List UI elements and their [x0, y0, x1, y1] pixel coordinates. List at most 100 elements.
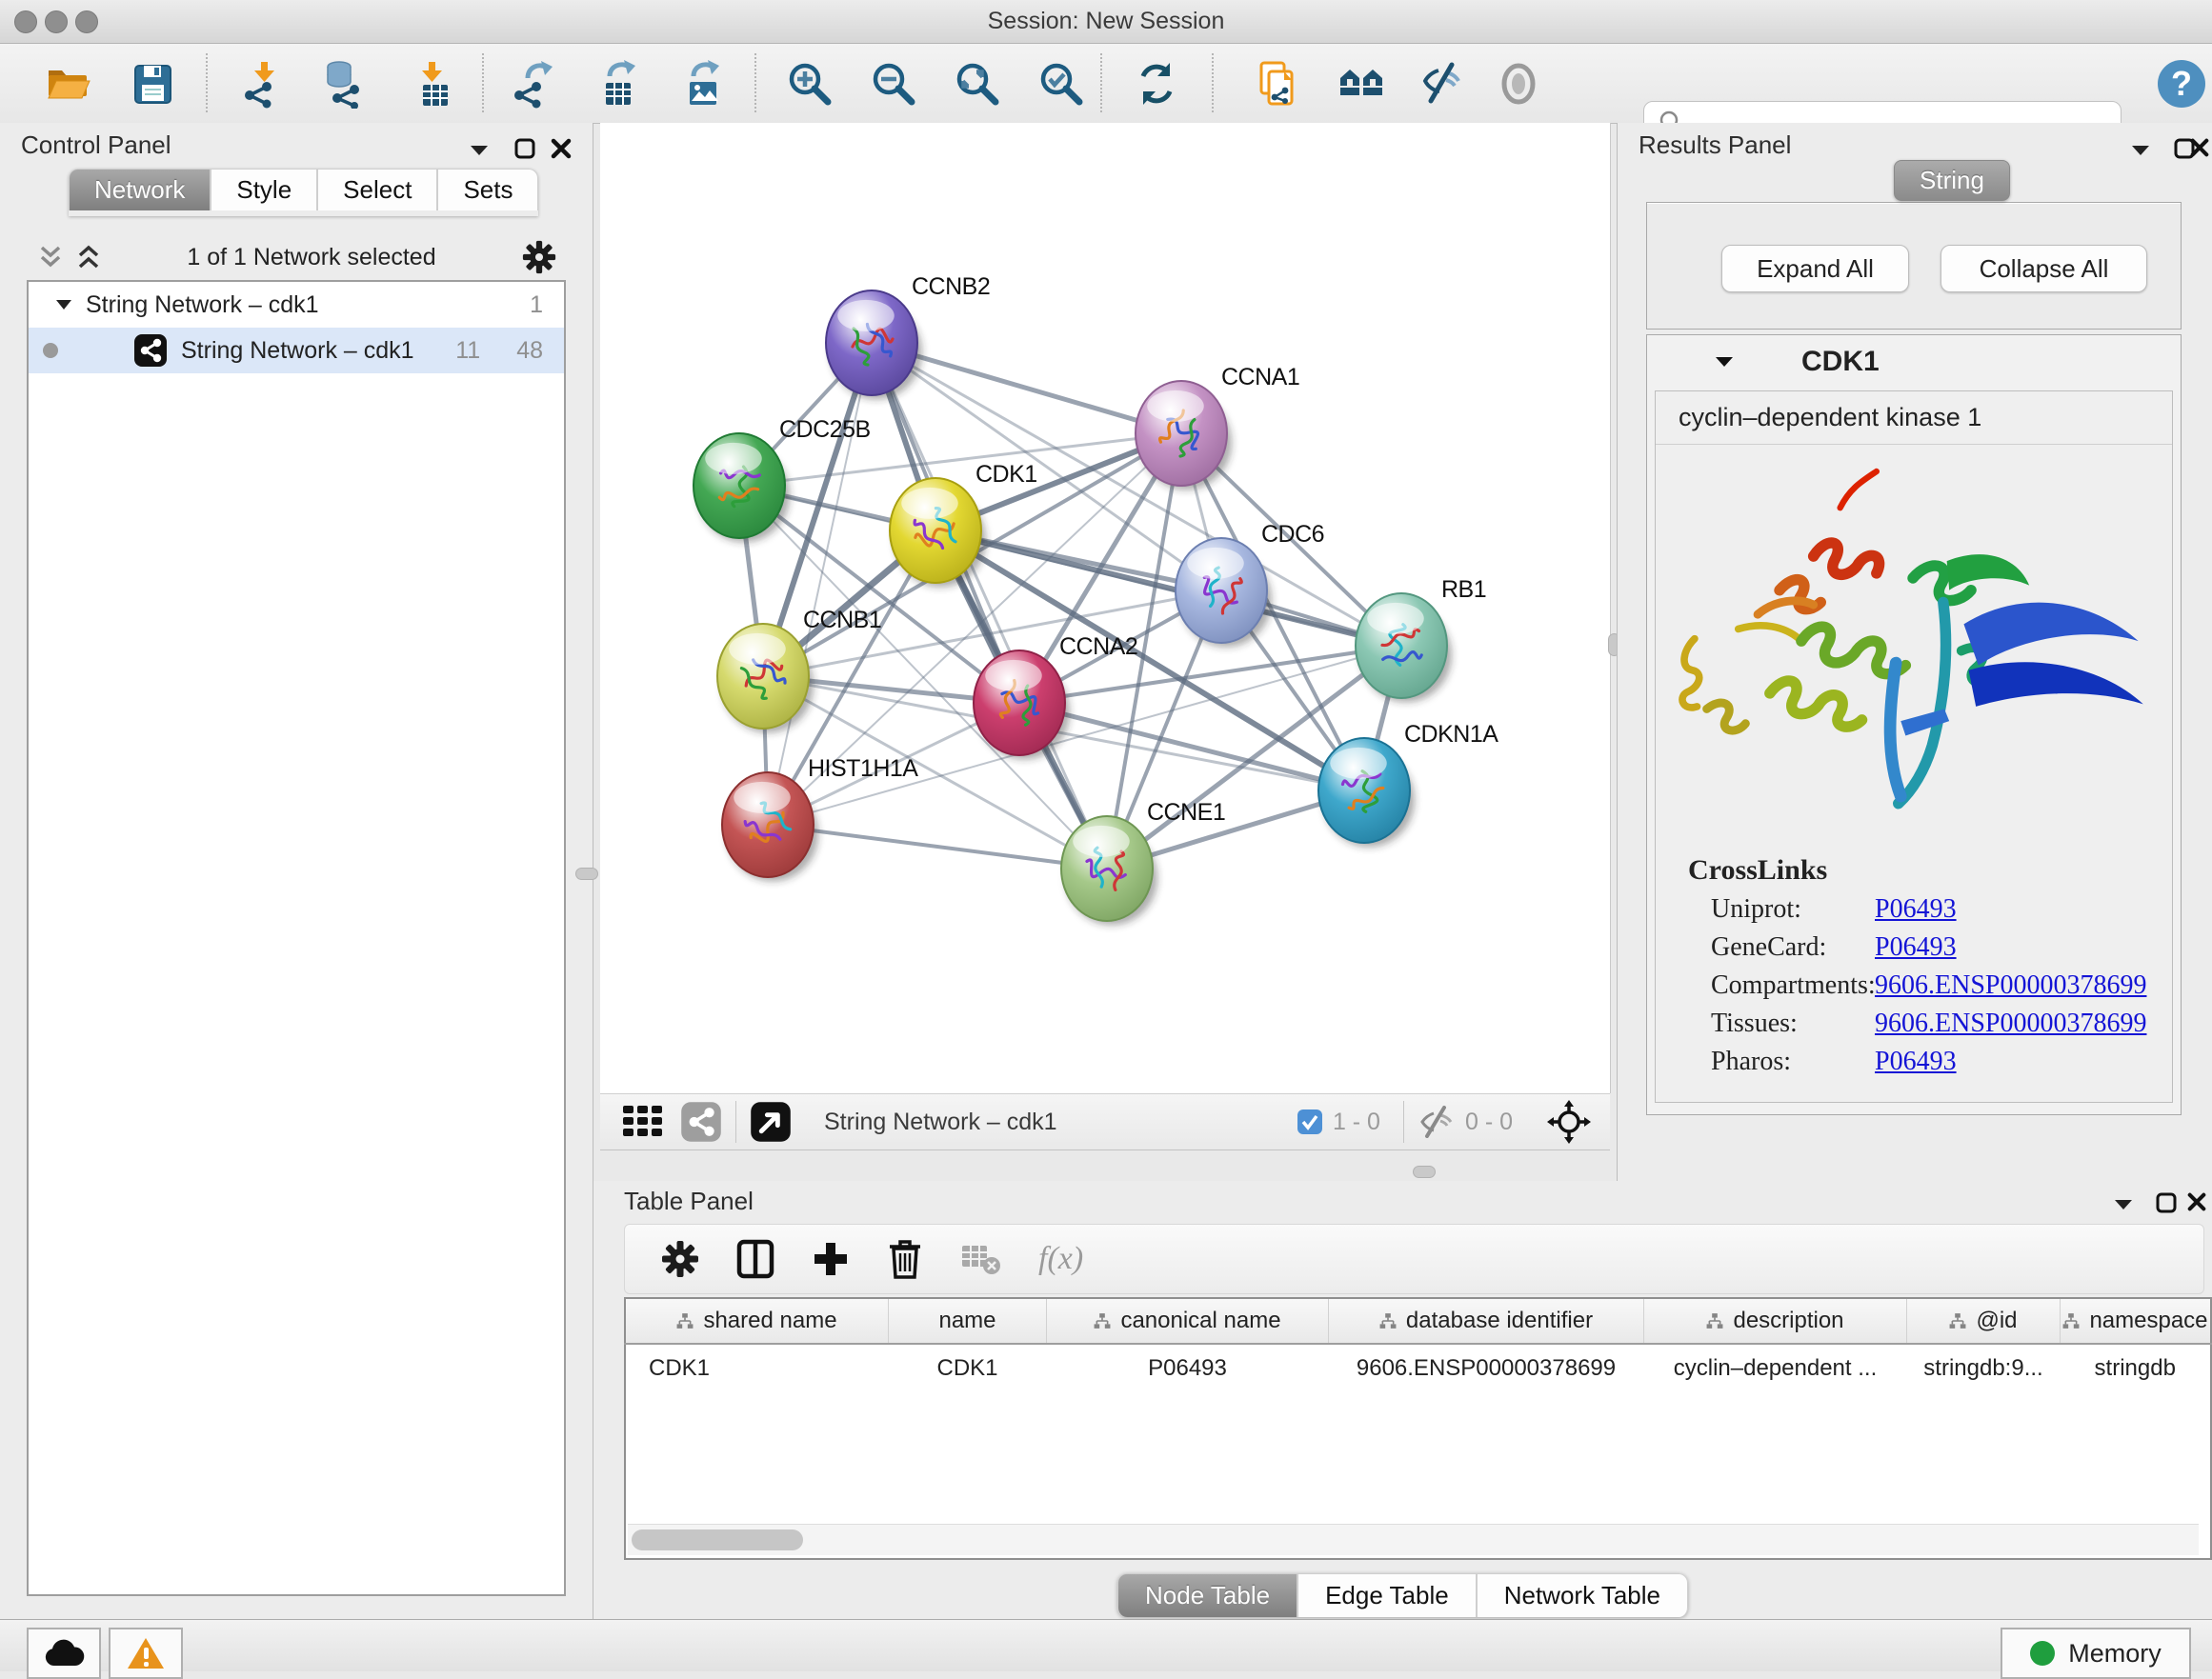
export-image-icon[interactable] — [674, 57, 728, 110]
refresh-icon[interactable] — [1130, 57, 1183, 110]
detach-view-icon[interactable] — [750, 1101, 792, 1143]
zoom-out-icon[interactable] — [867, 57, 920, 110]
tab-edge-table[interactable]: Edge Table — [1297, 1573, 1477, 1617]
expand-all-button[interactable]: Expand All — [1721, 245, 1909, 292]
node-CCNA1[interactable]: CCNA1 — [1136, 364, 1299, 490]
panel-float-icon[interactable] — [2156, 1192, 2177, 1213]
hidden-eye-slash-icon[interactable] — [1418, 1106, 1456, 1138]
panel-collapse-icon[interactable] — [469, 144, 490, 157]
node-CDC25B[interactable]: CDC25B — [694, 416, 871, 543]
window-title: Session: New Session — [0, 8, 2212, 35]
tree-expand-icon[interactable] — [55, 299, 72, 310]
column-header-databaseidentifier[interactable]: database identifier — [1329, 1298, 1644, 1344]
selected-checkbox-icon[interactable] — [1297, 1109, 1323, 1135]
show-all-icon[interactable] — [1492, 57, 1545, 110]
panel-float-icon[interactable] — [514, 138, 535, 159]
edge-CCNE1-HIST1H1A[interactable] — [768, 825, 1107, 869]
column-header-name[interactable]: name — [889, 1298, 1047, 1344]
create-column-icon[interactable] — [812, 1240, 850, 1278]
memory-button[interactable]: Memory — [2001, 1628, 2191, 1679]
show-columns-icon[interactable] — [735, 1238, 775, 1280]
zoom-in-icon[interactable] — [783, 57, 836, 110]
node-CCNB2[interactable]: CCNB2 — [826, 273, 990, 400]
memory-label: Memory — [2068, 1639, 2162, 1669]
network-row-selected[interactable]: String Network – cdk1 11 48 — [29, 328, 564, 373]
table-cell[interactable]: cyclin–dependent ... — [1644, 1344, 1907, 1391]
birds-eye-view-icon[interactable] — [621, 1102, 665, 1142]
panel-close-icon[interactable] — [2190, 138, 2209, 157]
crosslink-link[interactable]: 9606.ENSP00000378699 — [1875, 970, 2146, 1001]
export-network-icon[interactable] — [507, 57, 560, 110]
network-options-gear-icon[interactable] — [522, 240, 556, 274]
open-session-icon[interactable] — [40, 57, 93, 110]
bottom-splitter-grip[interactable] — [1413, 1166, 1436, 1178]
first-neighbors-icon[interactable] — [1336, 57, 1389, 110]
table-options-gear-icon[interactable] — [661, 1240, 699, 1278]
warning-status-icon[interactable] — [109, 1628, 183, 1679]
table-horizontal-scrollbar[interactable] — [628, 1524, 2199, 1555]
node-RB1[interactable]: RB1 — [1356, 576, 1486, 703]
expand-all-icon[interactable] — [76, 244, 101, 270]
crosslink-link[interactable]: P06493 — [1875, 894, 1957, 925]
column-header-namespace[interactable]: namespace — [2061, 1298, 2212, 1344]
import-network-icon[interactable] — [236, 57, 290, 110]
pan-crosshair-icon[interactable] — [1547, 1100, 1591, 1144]
tab-network[interactable]: Network — [69, 169, 211, 210]
network-badge-icon[interactable] — [680, 1101, 722, 1143]
copy-document-icon[interactable] — [1250, 57, 1303, 110]
edge-CCNB2-CCNE1[interactable] — [872, 343, 1107, 869]
zoom-fit-icon[interactable] — [951, 57, 1004, 110]
toolbar-separator — [482, 53, 484, 112]
help-icon[interactable]: ? — [2155, 57, 2208, 110]
function-builder-icon[interactable]: f(x) — [1038, 1241, 1083, 1277]
network-canvas[interactable]: CCNB2CCNA1CDC25BCDK1CDC6RB1CCNB1CCNA2CDK… — [600, 123, 1611, 1093]
crosslink-link[interactable]: 9606.ENSP00000378699 — [1875, 1009, 2146, 1039]
save-session-icon[interactable] — [126, 57, 179, 110]
import-table-icon[interactable] — [404, 57, 457, 110]
column-header-canonicalname[interactable]: canonical name — [1047, 1298, 1329, 1344]
export-table-icon[interactable] — [591, 57, 644, 110]
table-cell[interactable]: CDK1 — [625, 1344, 889, 1391]
tab-sets[interactable]: Sets — [437, 169, 538, 210]
tab-string[interactable]: String — [1894, 160, 2010, 201]
delete-columns-icon[interactable] — [886, 1237, 924, 1281]
gene-card-header[interactable]: CDK1 — [1647, 335, 2181, 389]
network-list: String Network – cdk1 1 String Network –… — [27, 280, 566, 1596]
tab-network-table[interactable]: Network Table — [1477, 1573, 1688, 1617]
table-row[interactable]: CDK1CDK1P064939606.ENSP00000378699cyclin… — [625, 1344, 2211, 1391]
node-CDK1[interactable]: CDK1 — [890, 461, 1037, 588]
network-collection-row[interactable]: String Network – cdk1 1 — [29, 282, 564, 328]
scrollbar-thumb[interactable] — [632, 1529, 803, 1550]
card-collapse-icon[interactable] — [1714, 355, 1735, 369]
node-CDKN1A[interactable]: CDKN1A — [1318, 721, 1498, 848]
delete-table-icon[interactable] — [960, 1242, 1002, 1276]
table-cell[interactable]: 9606.ENSP00000378699 — [1329, 1344, 1644, 1391]
table-cell[interactable]: stringdb:9... — [1907, 1344, 2061, 1391]
column-header-id[interactable]: @id — [1907, 1298, 2061, 1344]
network-graph[interactable]: CCNB2CCNA1CDC25BCDK1CDC6RB1CCNB1CCNA2CDK… — [600, 123, 1610, 1093]
panel-collapse-icon[interactable] — [2130, 144, 2151, 157]
panel-close-icon[interactable] — [2187, 1192, 2206, 1211]
collapse-all-icon[interactable] — [38, 244, 63, 270]
table-cell[interactable]: CDK1 — [889, 1344, 1047, 1391]
hide-selected-icon[interactable] — [1416, 57, 1469, 110]
column-header-description[interactable]: description — [1644, 1298, 1907, 1344]
table-cell[interactable]: stringdb — [2061, 1344, 2212, 1391]
tab-select[interactable]: Select — [317, 169, 437, 210]
table-cell[interactable]: P06493 — [1047, 1344, 1329, 1391]
cloud-status-icon[interactable] — [27, 1628, 101, 1679]
column-header-sharedname[interactable]: shared name — [625, 1298, 889, 1344]
zoom-selected-icon[interactable] — [1035, 57, 1088, 110]
edge-CCNB2-HIST1H1A[interactable] — [768, 343, 872, 825]
import-network-database-icon[interactable] — [318, 57, 372, 110]
collapse-all-button[interactable]: Collapse All — [1941, 245, 2147, 292]
tab-node-table[interactable]: Node Table — [1117, 1573, 1297, 1617]
crosslink-link[interactable]: P06493 — [1875, 932, 1957, 963]
panel-close-icon[interactable] — [551, 138, 572, 159]
left-splitter-grip[interactable] — [575, 868, 598, 880]
crosslink-link[interactable]: P06493 — [1875, 1047, 1957, 1077]
node-HIST1H1A[interactable]: HIST1H1A — [722, 755, 918, 882]
tab-style[interactable]: Style — [211, 169, 317, 210]
node-CDC6[interactable]: CDC6 — [1176, 521, 1324, 648]
panel-collapse-icon[interactable] — [2113, 1198, 2134, 1211]
